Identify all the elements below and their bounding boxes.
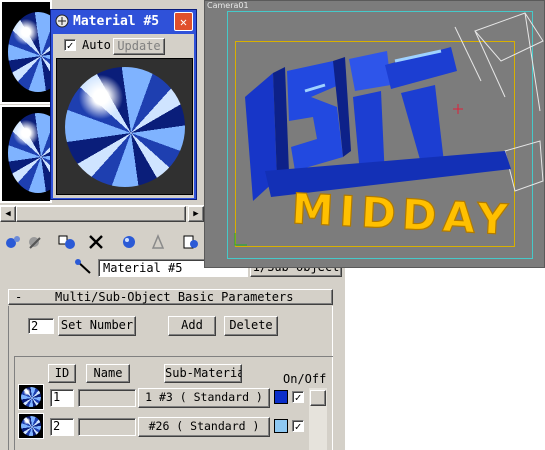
auto-checkbox[interactable]: ✓	[64, 39, 76, 51]
table-row: 1 1 #3 ( Standard ) ✓	[16, 384, 316, 410]
set-number-button[interactable]: Set Number	[58, 316, 136, 336]
update-button[interactable]: Update	[113, 38, 165, 55]
scene-render: MIDDAY	[234, 12, 544, 246]
sample-slot-1[interactable]	[0, 0, 68, 104]
row-preview-swatch[interactable]	[18, 384, 44, 410]
close-icon: ✕	[179, 15, 188, 29]
row-submaterial-button[interactable]: 1 #3 ( Standard )	[138, 388, 270, 408]
float-client: ✓ Auto Update	[53, 34, 194, 198]
row-color-swatch[interactable]	[274, 390, 288, 404]
row-name-field[interactable]	[78, 418, 136, 436]
row-name-field[interactable]	[78, 389, 136, 407]
float-preview	[56, 58, 193, 195]
row-id-field[interactable]: 1	[50, 389, 74, 407]
pick-material-icon[interactable]	[74, 258, 96, 276]
make-unique-icon[interactable]	[120, 234, 138, 250]
material-sphere-icon	[55, 14, 69, 28]
add-button[interactable]: Add	[168, 316, 216, 336]
blue-logo	[245, 47, 511, 201]
go-to-parent-icon[interactable]	[182, 234, 200, 250]
scroll-left-button[interactable]: ◀	[0, 206, 16, 222]
assign-material-icon[interactable]	[58, 234, 76, 250]
sample-slot-2[interactable]	[0, 105, 68, 203]
row-enabled-checkbox[interactable]: ✓	[292, 420, 304, 432]
scroll-thumb[interactable]	[16, 206, 186, 222]
float-preview-sphere	[65, 67, 185, 187]
table-row: 2 #26 ( Standard ) ✓	[16, 413, 316, 439]
delete-button[interactable]: Delete	[224, 316, 278, 336]
float-window-title: Material #5	[73, 14, 160, 29]
material-count-field[interactable]: 2	[28, 318, 54, 334]
material-toolbar	[0, 228, 204, 254]
row-id-field[interactable]: 2	[50, 418, 74, 436]
put-to-scene-icon[interactable]	[26, 234, 44, 250]
list-scrollbar[interactable]	[309, 388, 327, 450]
column-id[interactable]: ID	[48, 364, 76, 383]
scroll-right-button[interactable]: ▶	[188, 206, 204, 222]
float-titlebar[interactable]: Material #5 ✕	[51, 10, 196, 34]
preview-sphere	[21, 416, 41, 436]
slots-scrollbar[interactable]: ◀ ▶	[0, 205, 204, 222]
logo-midday-text: MIDDAY	[290, 184, 514, 245]
close-button[interactable]: ✕	[174, 12, 193, 31]
camera-viewport[interactable]: Camera01 MIDDAY	[204, 0, 545, 268]
row-preview-swatch[interactable]	[18, 413, 44, 439]
auto-label: Auto	[82, 38, 111, 52]
material-float-window: Material #5 ✕ ✓ Auto Update	[50, 9, 197, 200]
get-material-icon[interactable]	[4, 234, 22, 250]
show-map-icon[interactable]	[150, 234, 166, 250]
rollout-title: Multi/Sub-Object Basic Parameters	[55, 290, 294, 304]
reset-map-icon[interactable]	[88, 234, 104, 250]
row-enabled-checkbox[interactable]: ✓	[292, 391, 304, 403]
preview-sphere	[21, 387, 41, 407]
row-color-swatch[interactable]	[274, 419, 288, 433]
column-name[interactable]: Name	[86, 364, 130, 383]
rollout-toggle: -	[15, 290, 23, 304]
column-sub-material[interactable]: Sub-Material	[164, 364, 242, 383]
row-submaterial-button[interactable]: #26 ( Standard )	[138, 417, 270, 437]
rollout-header[interactable]: - Multi/Sub-Object Basic Parameters	[8, 289, 333, 305]
list-scroll-thumb[interactable]	[310, 390, 326, 406]
